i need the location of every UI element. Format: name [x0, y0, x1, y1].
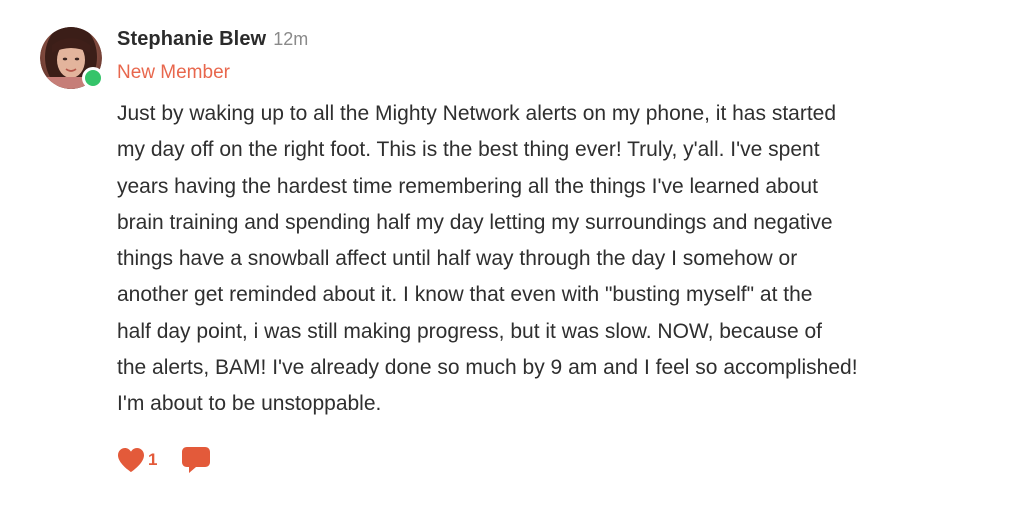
- like-count: 1: [148, 450, 158, 469]
- author-name[interactable]: Stephanie Blew: [117, 28, 266, 51]
- post-body-line: I'm about to be unstoppable.: [117, 392, 382, 416]
- post-timestamp: 12m: [273, 29, 309, 49]
- post-body-line: another get reminded about it. I know th…: [117, 283, 813, 307]
- member-role-badge: New Member: [117, 62, 230, 83]
- like-button[interactable]: 1: [117, 447, 157, 473]
- community-post: Stephanie Blew 12m New Member Just by wa…: [0, 0, 1024, 507]
- speech-bubble-icon: [182, 447, 211, 473]
- heart-icon: [118, 448, 144, 472]
- post-body-line: things have a snowball affect until half…: [117, 247, 798, 271]
- online-status-indicator: [82, 67, 104, 89]
- post-body-line: brain training and spending half my day …: [117, 210, 833, 234]
- post-body-line: half day point, i was still making progr…: [117, 319, 822, 343]
- post-body-line: Just by waking up to all the Mighty Netw…: [117, 102, 837, 125]
- post-body-line: my day off on the right foot. This is th…: [117, 138, 820, 162]
- post-body: Just by waking up to all the Mighty Netw…: [117, 96, 997, 423]
- post-actions: 1: [117, 446, 211, 474]
- post-header: Stephanie Blew 12m: [117, 28, 308, 51]
- post-body-line: the alerts, BAM! I've already done so mu…: [117, 356, 858, 380]
- post-body-line: years having the hardest time rememberin…: [117, 174, 818, 198]
- author-avatar-wrapper[interactable]: [40, 27, 104, 89]
- comment-button[interactable]: [181, 446, 211, 474]
